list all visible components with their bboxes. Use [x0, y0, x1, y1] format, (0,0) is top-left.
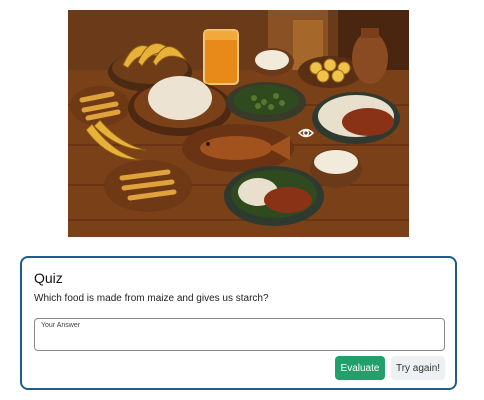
evaluate-button[interactable]: Evaluate — [335, 356, 385, 380]
try-again-button[interactable]: Try again! — [391, 356, 445, 380]
answer-field[interactable]: Your Answer — [34, 318, 445, 351]
answer-label: Your Answer — [41, 322, 81, 329]
page: Quiz Which food is made from maize and g… — [0, 0, 484, 400]
eye-icon[interactable] — [298, 126, 314, 140]
quiz-title: Quiz — [34, 270, 63, 286]
food-illustration[interactable] — [68, 10, 409, 237]
quiz-question: Which food is made from maize and gives … — [34, 293, 269, 304]
answer-input[interactable] — [41, 332, 437, 348]
food-illustration-art — [68, 10, 409, 237]
quiz-card: Quiz Which food is made from maize and g… — [20, 256, 457, 390]
